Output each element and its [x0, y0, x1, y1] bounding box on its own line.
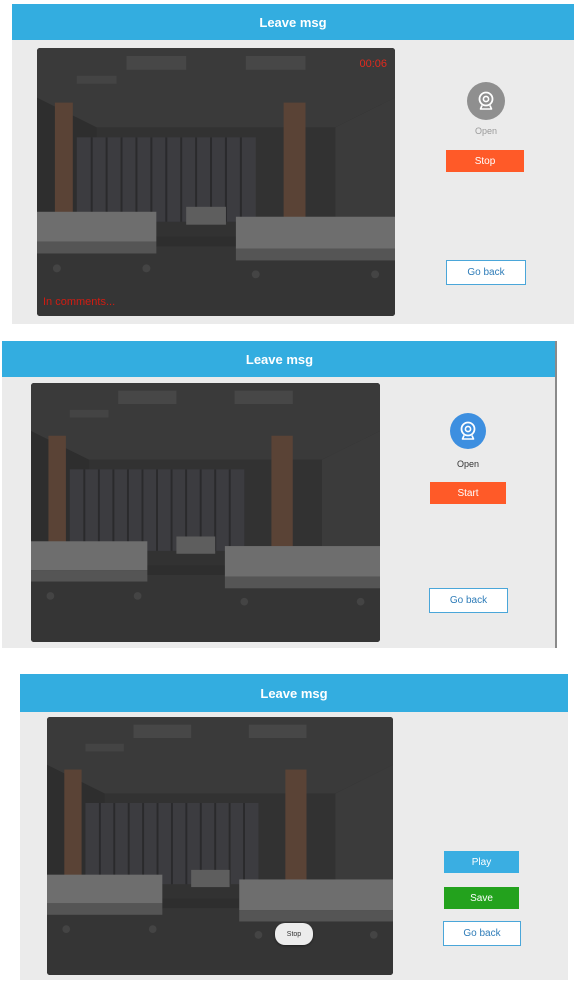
go-back-button[interactable]: Go back — [443, 921, 521, 946]
play-button[interactable]: Play — [444, 851, 519, 873]
camera-toggle[interactable] — [467, 82, 505, 120]
go-back-button[interactable]: Go back — [429, 588, 508, 613]
stop-button[interactable]: Stop — [446, 150, 524, 172]
camera-label: Open — [474, 126, 498, 136]
save-button[interactable]: Save — [444, 887, 519, 909]
recording-panel: Leave msg 00:06 In comments... Open Stop… — [12, 4, 574, 324]
camera-toggle[interactable] — [450, 413, 486, 449]
recording-timer: 00:06 — [359, 58, 387, 70]
go-back-button[interactable]: Go back — [446, 260, 526, 285]
panel-edge — [555, 341, 557, 648]
ready-panel: Leave msg Open Start Go back — [2, 341, 557, 648]
video-preview: 00:06 In comments... — [37, 48, 395, 316]
page-title: Leave msg — [259, 14, 327, 30]
page-title: Leave msg — [245, 351, 314, 367]
title-bar: Leave msg — [2, 341, 557, 377]
page-title: Leave msg — [260, 685, 328, 701]
playback-panel: Leave msg Stop Play Save Go back — [20, 674, 568, 980]
title-bar: Leave msg — [20, 674, 568, 712]
video-preview — [31, 383, 380, 642]
webcam-icon — [474, 89, 498, 113]
hospital-room-image — [31, 383, 380, 642]
camera-label: Open — [456, 459, 480, 469]
hospital-room-image — [47, 717, 393, 975]
hospital-room-image — [37, 48, 395, 316]
recording-status: In comments... — [43, 296, 116, 308]
title-bar: Leave msg — [12, 4, 574, 40]
start-button[interactable]: Start — [430, 482, 506, 504]
video-preview: Stop — [47, 717, 393, 975]
webcam-icon — [456, 419, 480, 443]
video-stop-button[interactable]: Stop — [275, 923, 313, 945]
